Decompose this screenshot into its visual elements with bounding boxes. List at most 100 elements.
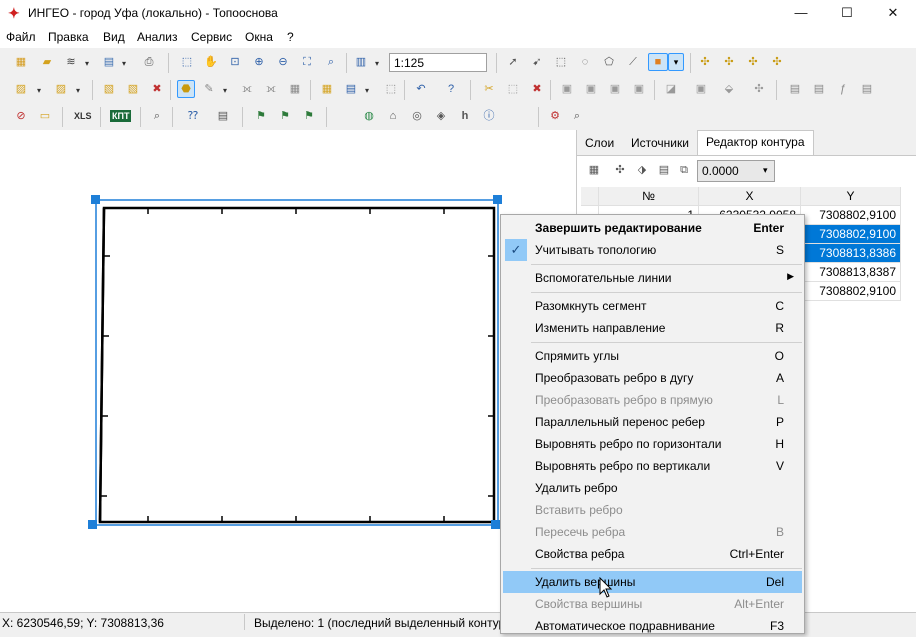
group-icon[interactable]: ▣ [558,80,576,98]
fill-icon[interactable]: ▣ [692,80,710,98]
target-icon[interactable]: ◎ [408,107,426,125]
zoom-extent-icon[interactable]: ⛶ [298,53,316,71]
column-y[interactable]: Y [801,187,901,206]
row-y[interactable]: 7308813,8386 [801,244,901,263]
stack-icon[interactable]: ≋ [62,53,80,71]
map-zoom-icon[interactable]: ⌕ [568,107,586,125]
menu-use-topology[interactable]: ✓ Учитывать топологию S [503,239,802,261]
zoom-rect-icon[interactable]: ⊡ [226,53,244,71]
menu-view[interactable]: Вид [103,30,125,44]
document-icon[interactable]: ▤ [858,80,876,98]
menu-help[interactable]: ? [287,30,294,44]
row-y[interactable]: 7308802,9100 [801,225,901,244]
object-mirror-icon[interactable]: ✣ [720,53,738,71]
join-icon[interactable]: ⟗ [262,80,280,98]
row-y[interactable]: 7308802,9100 [801,206,901,225]
select-line-icon[interactable]: ⟋ [624,53,642,71]
help-cursor-icon[interactable]: ? [442,80,460,98]
menu-service[interactable]: Сервис [191,30,232,44]
object-rotate-icon[interactable]: ✣ [696,53,714,71]
menu-vertex-properties[interactable]: Свойства вершины Alt+Enter [503,593,802,615]
select-rect-icon[interactable]: ⬚ [178,53,196,71]
menu-windows[interactable]: Окна [245,30,273,44]
chevron-down-icon[interactable]: ▾ [76,86,83,95]
menu-edge-properties[interactable]: Свойства ребра Ctrl+Enter [503,543,802,565]
delete-object-icon[interactable]: ▧ [124,80,142,98]
menu-edit[interactable]: Правка [48,30,89,44]
copy-object-icon[interactable]: ▨ [52,80,70,98]
print-icon[interactable]: ⎙ [140,53,158,71]
height-icon[interactable]: h [456,107,474,125]
search-doc-icon[interactable]: ▤ [100,53,118,71]
menu-file[interactable]: Файл [6,30,36,44]
row-y[interactable]: 7308802,9100 [801,282,901,301]
menu-delete-vertices[interactable]: Удалить вершины Del [503,571,802,593]
intersect-icon[interactable]: ▣ [630,80,648,98]
chevron-down-icon[interactable]: ▾ [122,59,129,68]
chevron-down-icon[interactable]: ▾ [763,165,768,176]
row-y[interactable]: 7308813,8387 [801,263,901,282]
kpt-icon[interactable]: КПТ [110,110,132,122]
subtract-icon[interactable]: ◪ [662,80,680,98]
scale-input[interactable]: 1:125 [389,53,487,72]
menu-helper-lines[interactable]: Вспомогательные линии ▶ [503,267,802,289]
new-object-icon[interactable]: ▨ [12,80,30,98]
link-icon[interactable]: ▤ [342,80,360,98]
menu-open-segment[interactable]: Разомкнуть сегмент C [503,295,802,317]
object-swap-icon[interactable]: ✣ [744,53,762,71]
menu-delete-edge[interactable]: Удалить ребро [503,477,802,499]
map-drawing[interactable] [0,130,576,612]
report-icon[interactable]: ▤ [786,80,804,98]
xls-icon[interactable]: XLS [74,111,92,121]
move-node-icon[interactable]: ✣ [611,161,629,179]
object-scale-icon[interactable]: ✣ [768,53,786,71]
pan-hand-icon[interactable]: ✋ [202,53,220,71]
split-icon[interactable]: ⟗ [238,80,256,98]
delete-object-icon[interactable]: ✖ [148,80,166,98]
formula-icon[interactable]: ƒ [834,80,852,98]
menu-edge-to-line[interactable]: Преобразовать ребро в прямую L [503,389,802,411]
maximize-button[interactable]: ☐ [824,0,870,27]
formula-icon[interactable]: ⬚ [382,80,400,98]
view-options-icon[interactable]: ▥ [352,53,370,71]
properties-icon[interactable]: ▦ [286,80,304,98]
globe-icon[interactable]: ◍ [360,107,378,125]
merge-object-icon[interactable]: ▧ [100,80,118,98]
minimize-button[interactable]: — [778,0,824,27]
chevron-down-icon[interactable]: ▾ [365,86,372,95]
cut-icon[interactable]: ✂ [480,80,498,98]
trim-icon[interactable]: ⬚ [504,80,522,98]
tab-contour-editor[interactable]: Редактор контура [697,130,814,156]
open-folder-icon[interactable]: ▰ [38,53,56,71]
menu-insert-edge[interactable]: Вставить ребро [503,499,802,521]
chevron-down-icon[interactable]: ▾ [37,86,44,95]
note-icon[interactable]: ▭ [36,107,54,125]
undo-icon[interactable]: ↶ [412,80,430,98]
copy-icon[interactable]: ⧉ [675,161,693,179]
house-icon[interactable]: ⌂ [384,107,402,125]
map-canvas[interactable] [0,130,576,612]
menu-auto-align[interactable]: Автоматическое подравнивание F3 [503,615,802,637]
ungroup-icon[interactable]: ▣ [582,80,600,98]
layers-icon[interactable]: ▦ [12,53,30,71]
report2-icon[interactable]: ▤ [810,80,828,98]
table-icon[interactable]: ▦ [585,161,603,179]
chevron-down-icon[interactable]: ▾ [85,59,92,68]
magnifier-icon[interactable]: ⌕ [148,107,166,125]
menu-straighten-corners[interactable]: Спрямить углы O [503,345,802,367]
flag3-icon[interactable]: ⚑ [300,107,318,125]
menu-edge-to-arc[interactable]: Преобразовать ребро в дугу A [503,367,802,389]
select-circle-icon[interactable]: ◌ [576,53,594,71]
menu-parallel-shift[interactable]: Параллельный перенос ребер P [503,411,802,433]
zoom-in-icon[interactable]: ⊕ [250,53,268,71]
tab-sources[interactable]: Источники [623,132,697,154]
chevron-down-icon[interactable]: ▾ [223,86,230,95]
menu-analysis[interactable]: Анализ [137,30,178,44]
menu-change-direction[interactable]: Изменить направление R [503,317,802,339]
direction-icon[interactable]: ◈ [432,107,450,125]
menu-intersect-edges[interactable]: Пересечь ребра B [503,521,802,543]
menu-align-vertical[interactable]: Выровнять ребро по вертикали V [503,455,802,477]
column-x[interactable]: X [699,187,801,206]
pointer-icon[interactable]: ➚ [504,53,522,71]
column-number[interactable]: № [599,187,699,206]
